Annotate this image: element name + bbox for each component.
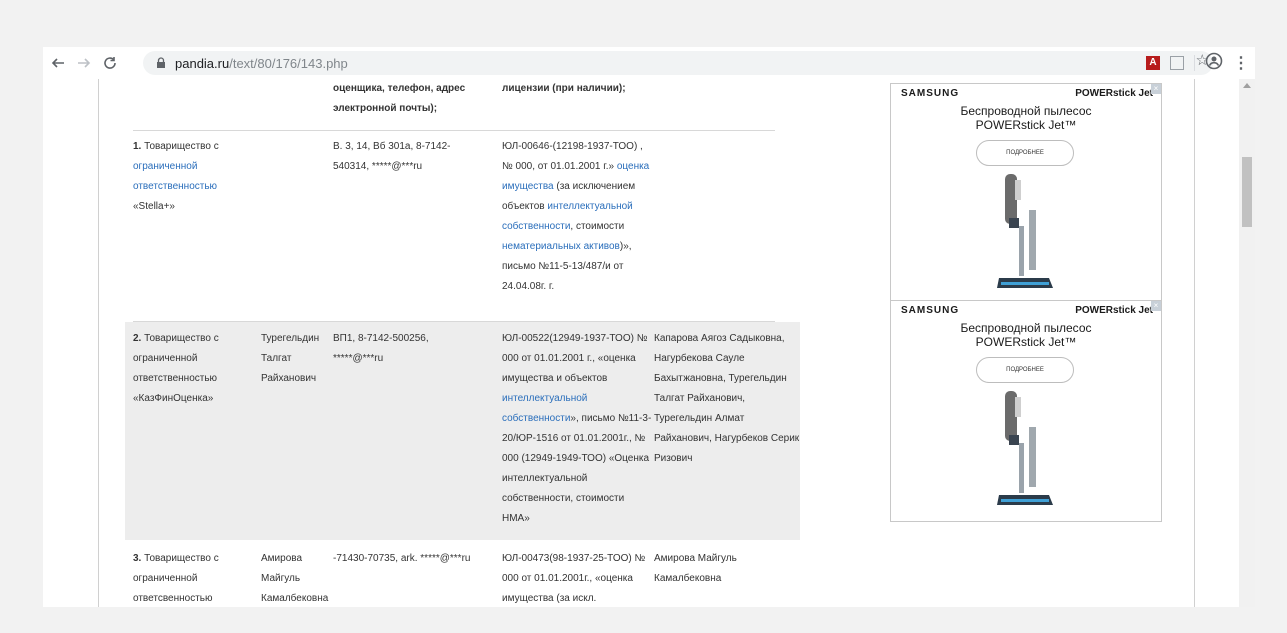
table-cell-contacts: ВП1, 8-7142-500256, *****@***ru xyxy=(333,333,429,364)
table-cell-director: Турегельдин Талгат Райханович xyxy=(261,333,320,384)
lock-icon xyxy=(157,57,165,68)
ad-brand: SAMSUNG xyxy=(901,88,960,99)
browser-toolbar: pandia.ru/text/80/176/143.php ☆ A ⋮ xyxy=(43,47,1255,79)
vertical-scrollbar[interactable] xyxy=(1239,79,1255,607)
reload-icon[interactable] xyxy=(99,52,121,74)
back-icon[interactable] xyxy=(47,52,69,74)
table-cell-organization: 1. Товарищество с ограниченной ответстве… xyxy=(133,141,219,212)
ad-close-icon[interactable]: × xyxy=(1151,301,1161,311)
table-header-license: лицензии (при наличии); xyxy=(502,83,626,94)
scrollbar-thumb[interactable] xyxy=(1242,157,1252,227)
forward-icon[interactable] xyxy=(73,52,95,74)
table-cell-license: ЮЛ-00646-(12198-1937-ТОО) , № 000, от 01… xyxy=(502,141,650,292)
advertisement-banner[interactable]: SAMSUNG POWERstick Jet × Беспроводной пы… xyxy=(890,300,1162,522)
table-cell-contacts: -71430-70735, ark. *****@***ru xyxy=(333,553,471,564)
web-page: оценщика, телефон, адрес электронной поч… xyxy=(43,79,1255,607)
table-cell-organization: 2. Товарищество с ограниченной ответстве… xyxy=(133,333,219,404)
extensions-area: A ⋮ xyxy=(1146,47,1249,79)
ad-title: Беспроводной пылесос POWERstick Jet™ xyxy=(960,104,1092,132)
ad-brand: SAMSUNG xyxy=(901,305,960,316)
ad-details-button[interactable]: ПОДРОБНЕЕ xyxy=(976,140,1074,166)
url-text: pandia.ru/text/80/176/143.php xyxy=(175,55,348,71)
vacuum-cleaner-image xyxy=(997,391,1053,505)
table-cell-license: ЮЛ-00473(98-1937-25-ТОО) № 000 от 01.01.… xyxy=(502,553,646,604)
extension-icon[interactable] xyxy=(1170,56,1184,70)
license-link-intangible[interactable]: нематериальных активов xyxy=(502,241,620,252)
ad-details-button[interactable]: ПОДРОБНЕЕ xyxy=(976,357,1074,383)
pdf-extension-icon[interactable]: A xyxy=(1146,56,1160,70)
table-cell-contacts: В. 3, 14, Вб 301а, 8-7142-540314, *****@… xyxy=(333,141,451,172)
vacuum-cleaner-image xyxy=(997,174,1053,288)
table-cell-organization: 3. Товарищество с ограниченной ответсвен… xyxy=(133,553,219,604)
table-cell-appraisers: Капарова Аягоз Садыковна, Нагурбекова Са… xyxy=(654,333,800,464)
table-cell-license: ЮЛ-00522(12949-1937-ТОО) № 000 от 01.01.… xyxy=(502,333,652,524)
ad-product: POWERstick Jet xyxy=(1075,305,1153,316)
table-cell-appraisers: Амирова Майгуль Камалбековна xyxy=(654,553,737,584)
ad-close-icon[interactable]: × xyxy=(1151,84,1161,94)
table-cell-director: Амирова Майгуль Камалбековна xyxy=(261,553,329,604)
advertisement-banner[interactable]: SAMSUNG POWERstick Jet × Беспроводной пы… xyxy=(890,83,1162,305)
ad-product: POWERstick Jet xyxy=(1075,88,1153,99)
organization-link[interactable]: ограниченной ответственностью xyxy=(133,161,217,192)
table-header-contacts: оценщика, телефон, адрес электронной поч… xyxy=(333,83,466,114)
row-divider xyxy=(133,130,775,131)
toolbar-divider xyxy=(1194,55,1195,71)
address-bar[interactable]: pandia.ru/text/80/176/143.php xyxy=(143,51,1213,75)
scroll-up-arrow-icon[interactable] xyxy=(1243,83,1251,88)
menu-icon[interactable]: ⋮ xyxy=(1233,53,1249,73)
account-icon[interactable] xyxy=(1205,52,1223,75)
browser-window: pandia.ru/text/80/176/143.php ☆ A ⋮ оцен… xyxy=(43,47,1255,607)
ad-title: Беспроводной пылесос POWERstick Jet™ xyxy=(960,321,1092,349)
